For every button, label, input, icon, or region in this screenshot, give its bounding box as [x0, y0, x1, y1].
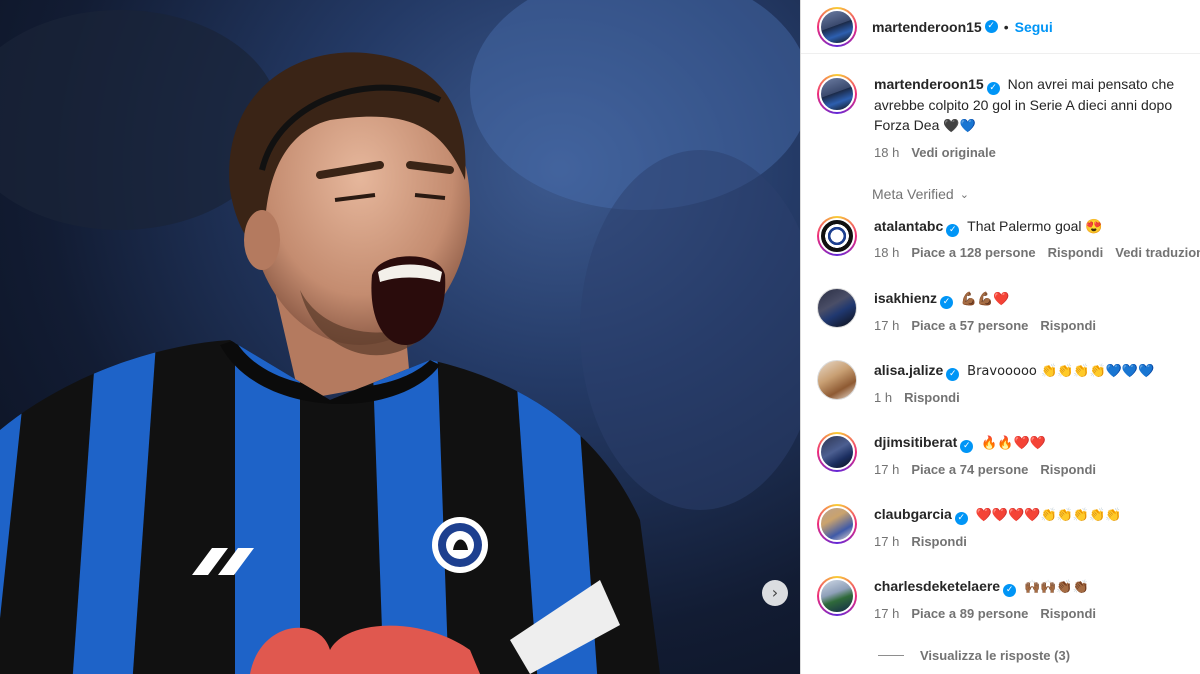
caption-time: 18 h	[874, 145, 900, 160]
chevron-right-icon[interactable]: ›	[762, 580, 788, 606]
comment-time: 17 h	[874, 318, 900, 333]
comment-time: 1 h	[874, 390, 893, 405]
post-caption: martenderoon15 ✓ Non avrei mai pensato ch…	[817, 74, 1174, 160]
comment-text: That Palermo goal 😍	[967, 218, 1103, 234]
comment-likes[interactable]: Piace a 57 persone	[911, 318, 1028, 333]
verified-badge-icon: ✓	[960, 440, 974, 453]
post-header: martenderoon15 ✓ • Segui	[801, 0, 1200, 54]
verified-badge-icon: ✓	[984, 20, 998, 33]
reply-button[interactable]: Rispondi	[911, 534, 967, 549]
reply-button[interactable]: Rispondi	[1040, 606, 1096, 621]
comment-likes[interactable]: Piace a 74 persone	[911, 462, 1028, 477]
translate-link[interactable]: Vedi traduzione	[1115, 245, 1200, 260]
comment-text: 🙌🏾🙌🏾👏🏾👏🏾	[1023, 580, 1089, 595]
black-heart-icon: 🖤	[943, 119, 960, 134]
reply-button[interactable]: Rispondi	[1048, 245, 1104, 260]
avatar[interactable]	[817, 288, 857, 328]
follow-button[interactable]: Segui	[1015, 19, 1053, 35]
comment-username[interactable]: charlesdeketelaere	[874, 578, 1000, 594]
view-replies-button[interactable]: Visualizza le risposte (3)	[878, 648, 1070, 663]
author-username[interactable]: martenderoon15	[872, 19, 982, 35]
meta-verified-toggle[interactable]: Meta Verified ⌄	[872, 186, 969, 202]
comment-username[interactable]: isakhienz	[874, 290, 937, 306]
comment-username[interactable]: alisa.jalize	[874, 362, 943, 378]
comment-item: atalantabc ✓ That Palermo goal 😍 18 h Pia…	[817, 216, 1200, 260]
comment-text: 🔥🔥❤️❤️	[981, 436, 1046, 451]
comment-item: charlesdeketelaere ✓ 🙌🏾🙌🏾👏🏾👏🏾 17 h Piace …	[817, 576, 1096, 621]
view-replies-label: Visualizza le risposte (3)	[920, 648, 1071, 663]
comment-time: 18 h	[874, 245, 900, 260]
avatar[interactable]	[817, 432, 857, 472]
see-original-link[interactable]: Vedi originale	[911, 145, 996, 160]
reply-button[interactable]: Rispondi	[1040, 318, 1096, 333]
comment-time: 17 h	[874, 534, 900, 549]
avatar[interactable]	[817, 6, 857, 47]
avatar[interactable]	[817, 74, 857, 114]
avatar[interactable]	[817, 216, 857, 256]
divider	[878, 655, 904, 656]
comment-item: isakhienz ✓ 💪🏾💪🏾❤️ 17 h Piace a 57 person…	[817, 288, 1096, 333]
comment-text: 💪🏾💪🏾❤️	[960, 292, 1010, 307]
caption-line-1: Non avrei mai pensato che	[1007, 76, 1175, 92]
verified-badge-icon: ✓	[986, 82, 1000, 95]
caption-line-2: avrebbe colpito 20 gol in Serie A dieci …	[874, 97, 1173, 113]
verified-badge-icon: ✓	[1003, 584, 1017, 597]
meta-verified-label: Meta Verified	[872, 186, 954, 202]
comment-time: 17 h	[874, 606, 900, 621]
avatar[interactable]	[817, 360, 857, 400]
verified-badge-icon: ✓	[946, 224, 960, 237]
avatar[interactable]	[817, 504, 857, 544]
comment-likes[interactable]: Piace a 89 persone	[911, 606, 1028, 621]
comment-item: djimsitiberat ✓ 🔥🔥❤️❤️ 17 h Piace a 74 pe…	[817, 432, 1096, 477]
comment-time: 17 h	[874, 462, 900, 477]
comment-username[interactable]: djimsitiberat	[874, 434, 957, 450]
comment-username[interactable]: claubgarcia	[874, 506, 952, 522]
post-side-panel: martenderoon15 ✓ • Segui martenderoon15 ✓…	[800, 0, 1200, 674]
comment-likes[interactable]: Piace a 128 persone	[911, 245, 1035, 260]
caption-username[interactable]: martenderoon15	[874, 76, 984, 92]
avatar[interactable]	[817, 576, 857, 616]
verified-badge-icon: ✓	[946, 368, 960, 381]
comment-item: alisa.jalize ✓ Bravooooo 👏👏👏👏💙💙💙 1 h Risp…	[817, 360, 1154, 405]
blue-heart-icon: 💙	[959, 119, 976, 134]
caption-line-3: Forza Dea	[874, 117, 940, 133]
separator: •	[1003, 18, 1009, 35]
comment-username[interactable]: atalantabc	[874, 218, 943, 234]
reply-button[interactable]: Rispondi	[1040, 462, 1096, 477]
chevron-down-icon: ⌄	[959, 187, 969, 201]
reply-button[interactable]: Rispondi	[904, 390, 960, 405]
player-illustration	[0, 0, 800, 674]
verified-badge-icon: ✓	[940, 296, 954, 309]
comment-text: ❤️❤️❤️❤️👏👏👏👏👏	[975, 508, 1122, 523]
post-photo: ›	[0, 0, 800, 674]
comment-text: Bravooooo 👏👏👏👏💙💙💙	[967, 364, 1155, 379]
comment-item: claubgarcia ✓ ❤️❤️❤️❤️👏👏👏👏👏 17 h Rispondi	[817, 504, 1121, 549]
verified-badge-icon: ✓	[954, 512, 968, 525]
